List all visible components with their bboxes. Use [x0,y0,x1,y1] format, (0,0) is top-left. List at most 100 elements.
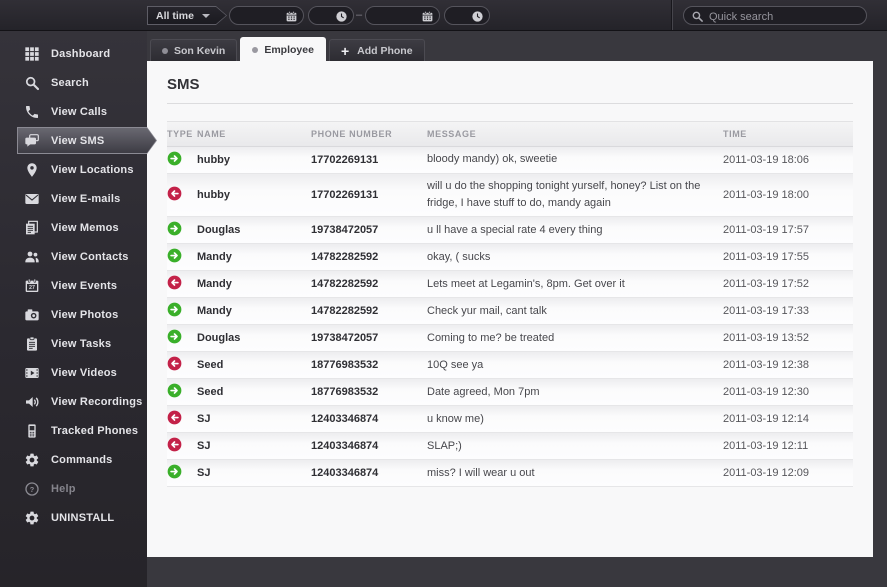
sidebar-item-label: Commands [51,453,113,466]
sms-row[interactable]: SJ 12403346874 miss? I will wear u out 2011… [167,460,853,488]
tab-son-kevin[interactable]: Son Kevin [150,39,238,61]
cell-name: Seed [197,386,224,399]
sidebar-item-search[interactable]: Search [0,68,147,97]
calendar-icon[interactable] [285,10,298,28]
sms-row[interactable]: Douglas 19738472057 Coming to me? be treat… [167,325,853,353]
cell-phone-number: 19738472057 [311,332,379,345]
sidebar-item-label: View SMS [51,134,105,147]
cell-message: Lets meet at Legamin's, 8pm. Get over it [427,277,625,290]
cell-message: Check yur mail, cant talk [427,304,547,317]
date-from-field [229,6,304,28]
sidebar-item-view-locations[interactable]: View Locations [0,155,147,184]
column-header-time[interactable]: TIME [723,129,853,139]
sidebar-item-view-sms[interactable]: View SMS [0,126,147,155]
memo-pages-icon [23,220,41,236]
sms-row[interactable]: SJ 12403346874 SLAP;) 2011-03-19 12:11 [167,433,853,461]
cell-phone-number: 17702269131 [311,154,379,166]
sms-table: TYPE NAME PHONE NUMBER MESSAGE TIME hubby 177… [167,121,853,488]
mobile-phone-icon [23,423,41,439]
time-range-select[interactable]: All time [147,6,227,25]
sms-bubbles-icon [23,133,41,149]
search-icon [691,10,704,28]
cell-message: miss? I will wear u out [427,466,535,479]
cell-type [167,383,197,401]
incoming-icon [167,151,182,169]
quick-search-input[interactable] [684,8,866,26]
sidebar-item-tracked-phones[interactable]: Tracked Phones [0,416,147,445]
tab-add-phone[interactable]: + Add Phone [328,39,425,61]
incoming-icon [167,383,182,401]
video-icon [23,365,41,381]
calendar-27-icon: 27 [23,278,41,294]
clock-icon[interactable] [335,10,348,28]
column-header-type[interactable]: TYPE [167,129,197,139]
sidebar-item-label: View Tasks [51,337,112,350]
cell-type [167,275,197,293]
column-header-phone-number[interactable]: PHONE NUMBER [311,129,427,139]
speaker-icon [23,394,41,410]
cell-time: 2011-03-19 12:14 [723,413,810,426]
sms-row[interactable]: Mandy 14782282592 okay, ( sucks 2011-03-19 … [167,244,853,272]
cell-time: 2011-03-19 17:33 [723,305,810,318]
sidebar-item-label: Tracked Phones [51,424,139,437]
cell-phone-number: 18776983532 [311,359,379,372]
cell-type [167,151,197,169]
topbar: All time – [0,0,887,31]
sidebar-item-view-events[interactable]: 27 View Events [0,271,147,300]
sidebar-item-view-recordings[interactable]: View Recordings [0,387,147,416]
cell-time: 2011-03-19 12:11 [723,440,809,453]
sms-panel: SMS TYPE NAME PHONE NUMBER MESSAGE TIME hubb… [147,61,873,557]
sms-row[interactable]: Mandy 14782282592 Check yur mail, cant tal… [167,298,853,326]
sidebar-item-view-memos[interactable]: View Memos [0,213,147,242]
sidebar-item-view-e-mails[interactable]: View E-mails [0,184,147,213]
sms-row[interactable]: SJ 12403346874 u know me) 2011-03-19 12:14 [167,406,853,434]
cell-name: Mandy [197,251,232,264]
tab-employee[interactable]: Employee [240,37,326,61]
cell-name: Mandy [197,278,232,291]
sms-row[interactable]: hubby 17702269131 bloody mandy) ok, sweeti… [167,147,853,174]
cell-phone-number: 12403346874 [311,413,379,426]
sidebar-item-label: View Photos [51,308,119,321]
sidebar-item-label: View Memos [51,221,119,234]
cell-time: 2011-03-19 12:38 [723,359,810,372]
sidebar-item-view-contacts[interactable]: View Contacts [0,242,147,271]
sms-row[interactable]: hubby 17702269131 will u do the shopping t… [167,174,853,218]
sidebar-item-uninstall[interactable]: UNINSTALL [0,503,147,532]
incoming-icon [167,221,182,239]
outgoing-icon [167,410,182,428]
cell-name: hubby [197,154,230,166]
time-from-field [308,6,354,28]
sidebar-item-commands[interactable]: Commands [0,445,147,474]
cell-time: 2011-03-19 18:06 [723,154,810,166]
sidebar-item-view-photos[interactable]: View Photos [0,300,147,329]
sidebar-item-dashboard[interactable]: Dashboard [0,39,147,68]
cell-type [167,410,197,428]
cell-name: SJ [197,467,211,480]
svg-text:?: ? [30,484,35,493]
sms-row[interactable]: Mandy 14782282592 Lets meet at Legamin's, … [167,271,853,299]
outgoing-icon [167,356,182,374]
content-area: Son Kevin Employee + Add Phone SMS TYPE NAME… [147,31,887,587]
cell-time: 2011-03-19 17:52 [723,278,810,291]
sidebar-item-view-calls[interactable]: View Calls [0,97,147,126]
cell-type [167,464,197,482]
sms-row[interactable]: Seed 18776983532 Date agreed, Mon 7pm 2011-… [167,379,853,407]
incoming-icon [167,464,182,482]
table-body: hubby 17702269131 bloody mandy) ok, sweeti… [167,147,853,488]
cell-phone-number: 12403346874 [311,440,379,453]
cell-phone-number: 14782282592 [311,278,379,291]
sidebar-item-view-videos[interactable]: View Videos [0,358,147,387]
sms-row[interactable]: Douglas 19738472057 u ll have a special ra… [167,217,853,245]
cell-message: 10Q see ya [427,358,484,371]
cell-phone-number: 12403346874 [311,467,379,480]
cell-type [167,356,197,374]
column-header-message[interactable]: MESSAGE [427,129,723,139]
sidebar-item-view-tasks[interactable]: View Tasks [0,329,147,358]
time-to-field [444,6,490,28]
sidebar-item-help[interactable]: ? Help [0,474,147,503]
calendar-icon[interactable] [421,10,434,28]
topbar-divider [672,0,673,30]
column-header-name[interactable]: NAME [197,129,311,139]
clock-icon[interactable] [471,10,484,28]
sms-row[interactable]: Seed 18776983532 10Q see ya 2011-03-19 12:3… [167,352,853,380]
